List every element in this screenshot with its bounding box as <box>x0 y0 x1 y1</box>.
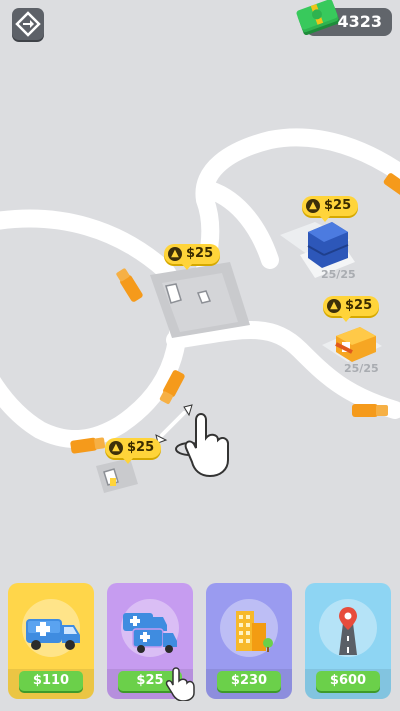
capacity-label: 25/25 <box>344 362 379 375</box>
upgrade-tag-left-plot[interactable]: ▲ $25 <box>105 438 162 464</box>
buy-ambulance-button[interactable]: $110 <box>19 671 83 691</box>
cash-stack-icon <box>296 0 340 36</box>
truck-top <box>116 268 143 302</box>
empty-plot[interactable] <box>150 262 250 338</box>
drag-hint <box>155 404 230 478</box>
arrow-up-icon: ▲ <box>306 199 320 213</box>
upgrade-tag-label: $25 <box>127 440 155 455</box>
upgrade-tag-label: $25 <box>345 298 373 313</box>
shop-card-ambulance-pair[interactable]: $25 <box>107 583 195 701</box>
shop-card-buildings[interactable]: $230 <box>206 583 292 699</box>
arrow-up-icon: ▲ <box>109 441 123 455</box>
menu-button[interactable] <box>12 8 44 40</box>
upgrade-tag-label: $25 <box>324 198 352 213</box>
buy-buildings-button[interactable]: $230 <box>217 671 281 691</box>
shop-card-road[interactable]: $600 <box>305 583 391 699</box>
pointing-hand-icon <box>175 413 230 478</box>
upgrade-tag-plot[interactable]: ▲ $25 <box>164 244 221 270</box>
game-stage[interactable]: 4323 ▲ $25 ▲ $25 ▲ $25 ▲ $25 25/25 25/25… <box>0 0 400 711</box>
ambulance-icon <box>26 619 80 650</box>
buy-road-button[interactable]: $600 <box>316 671 380 691</box>
arrow-up-icon: ▲ <box>168 247 182 261</box>
buildings-icon <box>236 611 273 652</box>
truck-right <box>352 404 388 417</box>
capacity-label: 25/25 <box>321 268 356 281</box>
arrow-up-icon: ▲ <box>327 299 341 313</box>
upgrade-tag-shop[interactable]: ▲ $25 <box>323 296 380 322</box>
ambulance-pair-icon <box>123 613 177 653</box>
road-icon <box>339 607 357 655</box>
shop-building[interactable] <box>322 327 382 362</box>
shop-card-ambulance[interactable]: $110 <box>8 583 94 699</box>
money-amount: 4323 <box>337 12 382 31</box>
diamond-swap-icon <box>15 11 41 37</box>
upgrade-tag-label: $25 <box>186 246 214 261</box>
upgrade-tag-blue-building[interactable]: ▲ $25 <box>302 196 359 222</box>
money-counter: 4323 <box>296 0 392 36</box>
pointing-hand-icon <box>165 667 195 701</box>
